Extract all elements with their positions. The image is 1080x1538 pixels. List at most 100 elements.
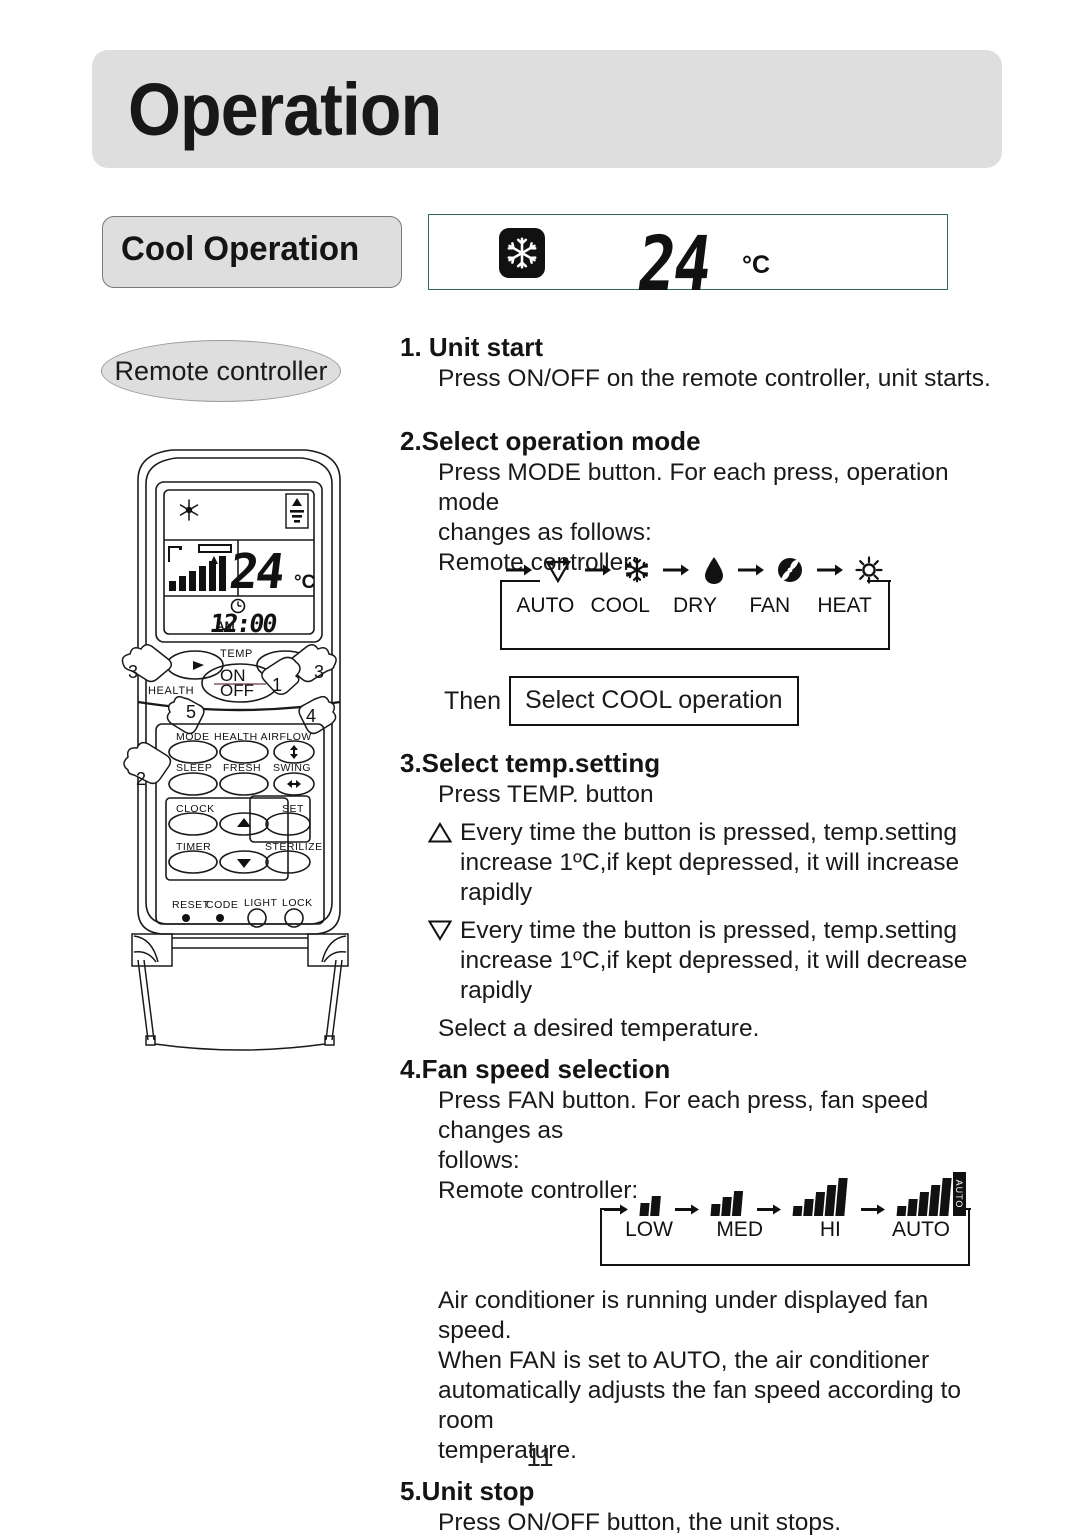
lcd-fan-bars [169,556,226,591]
sleep-button [169,773,217,795]
step-5-body: Press ON/OFF button, the unit stops. [400,1508,1000,1538]
remote-label-sleep: SLEEP [176,762,212,774]
page-header-bar: Operation [92,50,1002,168]
snowflake-icon [622,555,652,585]
fan-auto-tag-label: AUTO [954,1180,964,1209]
step-4-heading: 4.Fan speed selection [400,1052,1000,1086]
step-4-note-line-2: When FAN is set to AUTO, the air conditi… [400,1346,1000,1376]
triangle-up-icon [428,818,460,848]
svg-text:1: 1 [272,675,282,695]
fan-speed-bar-groups: AUTO [602,1168,968,1216]
remote-controller-callout-label: Remote controller [102,356,340,387]
temp-decrease-text: Every time the button is pressed, temp.s… [460,916,1000,1006]
step-3-closing: Select a desired temperature. [400,1014,1000,1044]
step-3-body: Press TEMP. button [400,780,1000,810]
triangle-down-icon [428,916,460,946]
mode-label-auto: AUTO [508,594,583,618]
remote-label-swing: SWING [273,762,311,774]
mode-label-cool: COOL [583,594,658,618]
flow-arrow-icon [817,563,843,577]
step-2-heading: 2.Select operation mode [400,424,1000,458]
mode-flow-diagram: AUTO COOL DRY FAN HEAT [500,582,890,650]
svg-text:4: 4 [306,706,316,726]
fan-label-med: MED [697,1218,783,1242]
step-4-note-line-1: Air conditioner is running under display… [400,1286,1000,1346]
mode-button [169,741,217,763]
timer-button [169,851,217,873]
fan-bars-hi [793,1178,848,1216]
lcd-temperature-unit: °C [294,572,316,593]
fan-label-low: LOW [606,1218,692,1242]
svg-text:5: 5 [186,702,196,722]
temp-up-button [167,651,223,679]
lcd-signal-icon [286,494,308,528]
swing-button [274,773,314,795]
page-number: 11 [0,1442,1080,1473]
auto-triangle-icon [543,555,573,585]
step-4-body-line-1: Press FAN button. For each press, fan sp… [400,1086,1000,1146]
step-4-note-line-3: automatically adjusts the fan speed acco… [400,1376,1000,1436]
mode-label-heat: HEAT [807,594,882,618]
page-title: Operation [128,64,441,156]
fan-bars-med [711,1191,744,1216]
mode-flow-labels: AUTO COOL DRY FAN HEAT [502,594,888,618]
step-5-heading: 5.Unit stop [400,1474,1000,1508]
flow-arrow-icon [738,563,764,577]
mode-label-dry: DRY [658,594,733,618]
health-button [220,741,268,763]
then-row: Then Select COOL operation [400,676,1000,726]
remote-label-health: HEALTH [148,685,194,697]
mode-display-box: 24 °C [428,214,948,290]
remote-label-code: CODE [206,899,238,911]
select-cool-operation-box: Select COOL operation [509,676,799,726]
reset-button [182,914,190,922]
snowflake-icon [499,228,545,278]
flow-arrow-icon [757,1203,781,1216]
section-title: Cool Operation [121,230,359,269]
flow-arrow-icon [506,563,532,577]
instructions-column: 1. Unit start Press ON/OFF on the remote… [400,330,1000,1538]
temp-decrease-bullet: Every time the button is pressed, temp.s… [400,916,1000,1006]
step-2-body-line-2: changes as follows: [400,518,1000,548]
set-down-button [220,851,268,873]
temp-increase-bullet: Every time the button is pressed, temp.s… [400,818,1000,908]
remote-controller-callout: Remote controller [101,340,341,402]
fan-label-hi: HI [787,1218,873,1242]
svg-text:3: 3 [314,662,324,682]
code-button [216,914,224,922]
lcd-temperature: 24 [226,544,286,600]
remote-label-temp: TEMP [220,648,253,660]
svg-text:3: 3 [128,662,138,682]
section-title-box: Cool Operation [102,216,402,288]
display-temperature: 24 [633,219,715,308]
airflow-button [274,741,314,763]
set-up-button [220,813,268,835]
fan-auto-tag: AUTO [953,1172,966,1216]
fan-speed-flow-diagram: AUTO LOW MED HI AUTO [600,1210,970,1266]
lcd-snowflake-icon [181,500,198,520]
then-label: Then [444,687,501,716]
clock-button [169,813,217,835]
remote-controller-illustration: 24 °C AM 12:00 TEMP HEALTH ON OFF 3 3 1 [110,440,410,1060]
flow-arrow-icon [585,563,611,577]
water-drop-icon [701,555,727,585]
step-1-body: Press ON/OFF on the remote controller, u… [400,364,1000,394]
fresh-button [220,773,268,795]
lcd-time: 12:00 [208,609,278,638]
flow-arrow-icon [675,1203,699,1216]
remote-label-fresh: FRESH [223,762,261,774]
flow-arrow-icon [663,563,689,577]
remote-label-light: LIGHT [244,897,278,909]
fan-speed-labels: LOW MED HI AUTO [602,1218,968,1242]
step-1-heading: 1. Unit start [400,330,1000,364]
fan-label-auto: AUTO [878,1218,964,1242]
fan-blade-icon [775,555,805,585]
remote-label-reset: RESET [172,899,210,911]
mode-label-fan: FAN [732,594,807,618]
flow-arrow-icon [861,1203,885,1216]
display-temperature-unit: °C [742,251,770,280]
fan-bars-auto: AUTO [897,1172,966,1216]
sun-icon [854,555,884,585]
flow-arrow-icon [604,1203,628,1216]
mode-flow-icons [502,550,888,590]
